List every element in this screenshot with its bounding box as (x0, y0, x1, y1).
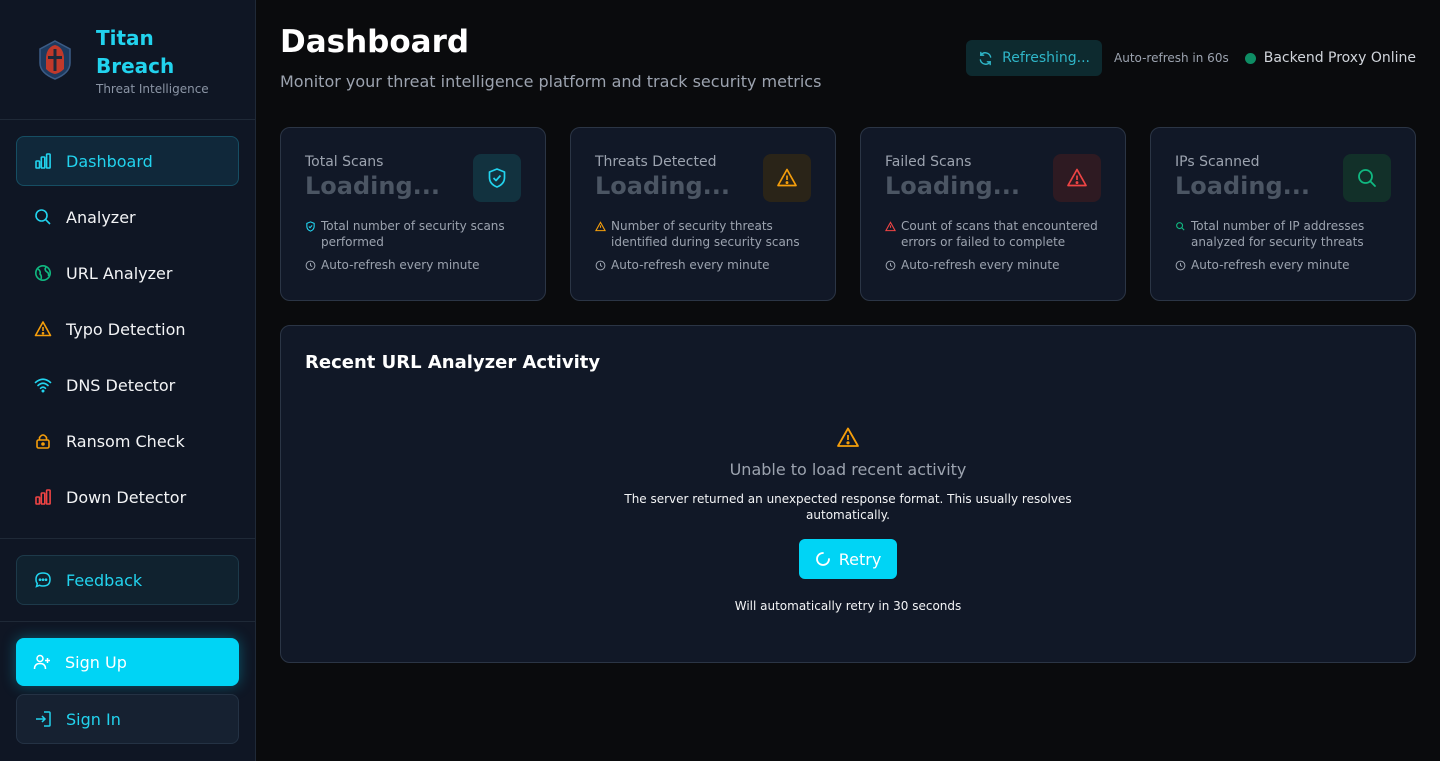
nav-item-ransom-check[interactable]: Ransom Check (16, 416, 239, 466)
card-refresh-note: Auto-refresh every minute (595, 258, 811, 272)
card-description-text: Total number of security scans performed (321, 219, 505, 249)
nav-label-dns-detector: DNS Detector (66, 375, 176, 395)
feedback-button[interactable]: Feedback (16, 555, 239, 605)
brand-subtitle: Threat Intelligence (96, 81, 209, 96)
card-refresh-text: Auto-refresh every minute (901, 258, 1060, 272)
alert-triangle-icon (885, 221, 896, 232)
feedback-section: Feedback (0, 539, 255, 622)
clock-icon (595, 260, 606, 270)
wifi-icon (34, 376, 52, 394)
search-icon (34, 208, 52, 226)
feedback-label: Feedback (66, 570, 143, 590)
app-root: Titan Breach Threat Intelligence Dashboa… (0, 0, 1440, 761)
retry-button[interactable]: Retry (798, 539, 898, 579)
backend-status: Backend Proxy Online (1244, 50, 1416, 66)
card-refresh-note: Auto-refresh every minute (305, 258, 521, 272)
globe-icon (34, 264, 52, 282)
status-dot (1244, 52, 1256, 64)
sign-in-icon (36, 711, 51, 727)
nav-item-down-detector[interactable]: Down Detector (16, 472, 239, 522)
refresh-icon (979, 51, 992, 65)
search-icon (1176, 222, 1185, 231)
card-description: Total number of security scans performed (305, 218, 521, 250)
card-refresh-note: Auto-refresh every minute (885, 258, 1101, 272)
stat-card-threats-detected[interactable]: Threats Detected Loading... Number of se… (570, 127, 836, 301)
nav-item-analyzer[interactable]: Analyzer (16, 192, 239, 242)
nav-label-typo-detection: Typo Detection (66, 319, 186, 339)
card-description: Count of scans that encountered errors o… (885, 218, 1101, 250)
card-description: Number of security threats identified du… (595, 218, 811, 250)
card-description: Total number of IP addresses analyzed fo… (1175, 218, 1391, 250)
nav-item-typo-detection[interactable]: Typo Detection (16, 304, 239, 354)
sign-in-label: Sign In (66, 709, 121, 729)
clock-icon (885, 260, 896, 270)
nav-item-url-analyzer[interactable]: URL Analyzer (16, 248, 239, 298)
auto-refresh-countdown: Auto-refresh in 60s (1114, 51, 1229, 65)
warning-icon (837, 427, 859, 447)
user-plus-icon (33, 654, 50, 670)
sidebar: Titan Breach Threat Intelligence Dashboa… (0, 0, 256, 761)
card-description-text: Total number of IP addresses analyzed fo… (1191, 219, 1365, 249)
brand[interactable]: Titan Breach Threat Intelligence (0, 0, 255, 120)
alert-triangle-icon (1053, 154, 1101, 202)
bar-chart-icon (34, 152, 52, 170)
main-nav: Dashboard Analyzer URL Analyzer Typo Det… (0, 120, 255, 528)
refresh-label: Refreshing... (1002, 50, 1091, 66)
clock-icon (305, 260, 316, 270)
card-refresh-note: Auto-refresh every minute (1175, 258, 1391, 272)
recent-activity-panel: Recent URL Analyzer Activity Unable to l… (280, 325, 1416, 663)
card-refresh-text: Auto-refresh every minute (321, 258, 480, 272)
card-refresh-text: Auto-refresh every minute (611, 258, 770, 272)
nav-label-down-detector: Down Detector (66, 487, 187, 507)
nav-item-dashboard[interactable]: Dashboard (16, 136, 239, 186)
bar-chart-icon (34, 488, 52, 506)
brand-name: Titan Breach (96, 25, 175, 78)
auth-section: Sign Up Sign In (0, 622, 255, 744)
nav-label-ransom-check: Ransom Check (66, 431, 185, 451)
status-bar: Refreshing... Auto-refresh in 60s Backen… (966, 40, 1416, 76)
warning-icon (595, 221, 606, 232)
sign-in-button[interactable]: Sign In (16, 694, 239, 744)
clock-icon (1175, 260, 1186, 270)
stat-card-ips-scanned[interactable]: IPs Scanned Loading... Total number of I… (1150, 127, 1416, 301)
search-icon (1343, 154, 1391, 202)
recent-activity-title: Recent URL Analyzer Activity (305, 352, 601, 373)
chat-bubble-icon (35, 572, 51, 588)
nav-label-analyzer: Analyzer (66, 207, 136, 227)
card-refresh-text: Auto-refresh every minute (1191, 258, 1350, 272)
stat-card-total-scans[interactable]: Total Scans Loading... Total number of s… (280, 127, 546, 301)
retry-note: Will automatically retry in 30 seconds (734, 599, 962, 613)
warning-icon (34, 320, 52, 338)
error-title: Unable to load recent activity (729, 460, 967, 479)
lock-icon (34, 432, 52, 450)
spinner-icon (815, 552, 830, 566)
stat-card-failed-scans[interactable]: Failed Scans Loading... Count of scans t… (860, 127, 1126, 301)
nav-label-dashboard: Dashboard (66, 151, 153, 171)
backend-status-label: Backend Proxy Online (1263, 50, 1416, 66)
sign-up-button[interactable]: Sign Up (16, 638, 239, 686)
retry-label: Retry (838, 549, 882, 569)
helmet-logo-icon (39, 39, 71, 80)
nav-label-url-analyzer: URL Analyzer (66, 263, 173, 283)
main-content: Dashboard Monitor your threat intelligen… (256, 0, 1440, 761)
refresh-button[interactable]: Refreshing... (966, 40, 1103, 76)
card-description-text: Count of scans that encountered errors o… (901, 219, 1098, 249)
error-message: The server returned an unexpected respon… (624, 492, 1072, 522)
card-description-text: Number of security threats identified du… (611, 219, 800, 249)
warning-icon (763, 154, 811, 202)
sign-up-label: Sign Up (65, 652, 127, 672)
shield-check-icon (473, 154, 521, 202)
activity-error-state: Unable to load recent activity The serve… (281, 426, 1415, 613)
stats-cards: Total Scans Loading... Total number of s… (280, 127, 1416, 301)
shield-icon (306, 221, 315, 232)
nav-item-dns-detector[interactable]: DNS Detector (16, 360, 239, 410)
